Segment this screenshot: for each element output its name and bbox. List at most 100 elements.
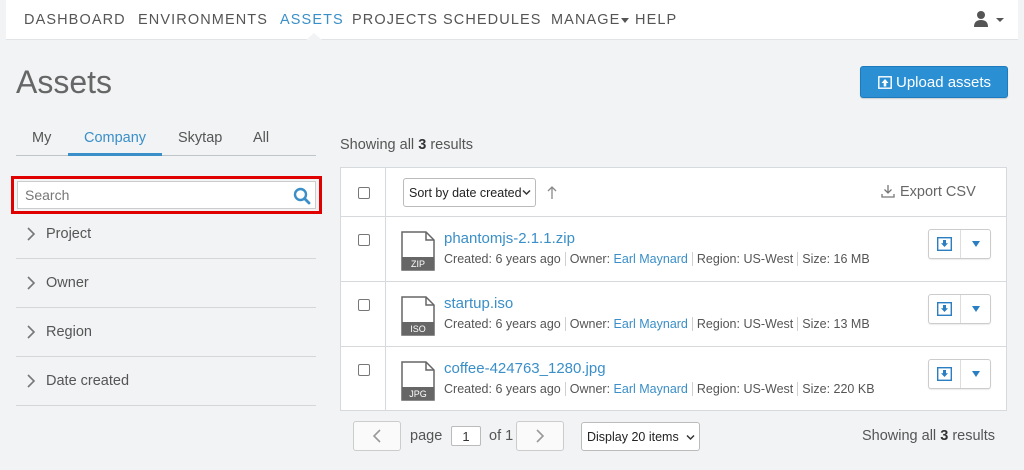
tab-my[interactable]: My bbox=[32, 130, 51, 146]
tab-company[interactable]: Company bbox=[84, 130, 146, 146]
next-page-button[interactable] bbox=[516, 421, 564, 451]
assets-table: Sort by date created Export CSV ZIP phan… bbox=[340, 167, 1007, 411]
results-prefix: Showing all bbox=[340, 137, 415, 153]
asset-name-link[interactable]: startup.iso bbox=[444, 295, 513, 312]
chevron-right-icon bbox=[27, 374, 36, 388]
caret-down-icon bbox=[972, 241, 980, 247]
row-actions bbox=[928, 229, 991, 259]
nav-projects[interactable]: PROJECTS bbox=[352, 12, 438, 28]
created-label: Created: bbox=[444, 317, 492, 331]
size-value: 13 MB bbox=[833, 317, 870, 331]
active-nav-pointer bbox=[306, 33, 322, 40]
download-button[interactable] bbox=[929, 230, 960, 258]
filter-region[interactable]: Region bbox=[16, 308, 316, 357]
nav-schedules[interactable]: SCHEDULES bbox=[443, 12, 542, 28]
nav-environments[interactable]: ENVIRONMENTS bbox=[138, 12, 268, 28]
iso-file-icon: ISO bbox=[401, 296, 435, 336]
nav-manage[interactable]: MANAGE bbox=[551, 12, 630, 28]
owner-label: Owner: bbox=[569, 382, 611, 396]
export-csv-label: Export CSV bbox=[900, 184, 976, 200]
filter-project[interactable]: Project bbox=[16, 210, 316, 259]
tab-skytap[interactable]: Skytap bbox=[178, 130, 222, 146]
row-checkbox[interactable] bbox=[358, 299, 370, 311]
size-value: 220 KB bbox=[833, 382, 875, 396]
table-row: ISO startup.iso Created: 6 years ago Owne… bbox=[341, 282, 1006, 347]
created-value: 6 years ago bbox=[495, 382, 561, 396]
caret-down-icon bbox=[996, 18, 1004, 22]
file-type-label: JPG bbox=[409, 389, 427, 399]
chevron-right-icon bbox=[27, 227, 36, 241]
row-menu-button[interactable] bbox=[961, 360, 991, 388]
chevron-left-icon bbox=[372, 429, 381, 443]
results-count: 3 bbox=[418, 137, 427, 153]
results-prefix: Showing all bbox=[862, 428, 937, 444]
owner-link[interactable]: Earl Maynard bbox=[614, 317, 688, 331]
region-label: Region: bbox=[696, 317, 740, 331]
caret-down-icon bbox=[972, 306, 980, 312]
jpg-file-icon: JPG bbox=[401, 361, 435, 401]
chevron-right-icon bbox=[27, 276, 36, 290]
nav-help[interactable]: HELP bbox=[635, 12, 677, 28]
upload-icon bbox=[878, 76, 892, 89]
results-suffix: results bbox=[430, 137, 474, 153]
caret-down-icon bbox=[972, 371, 980, 377]
search-input[interactable] bbox=[18, 182, 288, 208]
results-summary: Showing all 3 results bbox=[340, 137, 473, 153]
table-row: JPG coffee-424763_1280.jpg Created: 6 ye… bbox=[341, 347, 1006, 412]
file-type-label: ISO bbox=[410, 324, 426, 334]
caret-down-icon bbox=[621, 17, 630, 23]
tab-all[interactable]: All bbox=[253, 130, 269, 146]
user-menu[interactable] bbox=[974, 10, 1010, 30]
filter-date-created[interactable]: Date created bbox=[16, 357, 316, 406]
download-icon bbox=[937, 367, 952, 381]
row-checkbox[interactable] bbox=[358, 364, 370, 376]
top-nav: DASHBOARD ENVIRONMENTS ASSETS PROJECTS S… bbox=[6, 0, 1018, 40]
user-icon bbox=[974, 11, 1004, 27]
upload-assets-button[interactable]: Upload assets bbox=[860, 66, 1008, 98]
row-menu-button[interactable] bbox=[961, 295, 991, 323]
created-value: 6 years ago bbox=[495, 317, 561, 331]
owner-link[interactable]: Earl Maynard bbox=[614, 382, 688, 396]
previous-page-button[interactable] bbox=[353, 421, 401, 451]
download-button[interactable] bbox=[929, 295, 960, 323]
sort-ascending-icon[interactable] bbox=[546, 185, 558, 201]
region-label: Region: bbox=[696, 382, 740, 396]
region-value: US-West bbox=[743, 382, 794, 396]
asset-meta: Created: 6 years ago Owner: Earl Maynard R… bbox=[444, 317, 870, 331]
search-box bbox=[17, 181, 316, 209]
chevron-right-icon bbox=[536, 429, 545, 443]
nav-manage-label: MANAGE bbox=[551, 12, 621, 28]
page-number-input[interactable] bbox=[451, 426, 481, 446]
select-all-checkbox[interactable] bbox=[358, 187, 370, 199]
download-button[interactable] bbox=[929, 360, 960, 388]
chevron-right-icon bbox=[27, 325, 36, 339]
table-row: ZIP phantomjs-2.1.1.zip Created: 6 years… bbox=[341, 217, 1006, 282]
page-size-select[interactable]: Display 20 items bbox=[581, 422, 700, 451]
filter-owner[interactable]: Owner bbox=[16, 259, 316, 308]
search-icon[interactable] bbox=[293, 187, 311, 205]
results-summary-footer: Showing all 3 results bbox=[862, 428, 995, 444]
asset-meta: Created: 6 years ago Owner: Earl Maynard R… bbox=[444, 252, 870, 266]
owner-link[interactable]: Earl Maynard bbox=[614, 252, 688, 266]
chevron-down-icon bbox=[522, 189, 531, 196]
row-actions bbox=[928, 294, 991, 324]
file-type-label: ZIP bbox=[411, 259, 425, 269]
owner-label: Owner: bbox=[569, 317, 611, 331]
owner-label: Owner: bbox=[569, 252, 611, 266]
asset-name-link[interactable]: phantomjs-2.1.1.zip bbox=[444, 230, 575, 247]
page-total-label: of 1 bbox=[489, 428, 514, 444]
chevron-down-icon bbox=[686, 434, 695, 441]
created-label: Created: bbox=[444, 252, 492, 266]
page-label: page bbox=[410, 428, 443, 444]
row-checkbox[interactable] bbox=[358, 234, 370, 246]
row-menu-button[interactable] bbox=[961, 230, 991, 258]
region-value: US-West bbox=[743, 317, 794, 331]
filter-label: Project bbox=[46, 226, 92, 242]
asset-name-link[interactable]: coffee-424763_1280.jpg bbox=[444, 360, 606, 377]
results-suffix: results bbox=[952, 428, 996, 444]
nav-assets[interactable]: ASSETS bbox=[280, 12, 344, 28]
sort-select[interactable]: Sort by date created bbox=[403, 178, 536, 207]
export-csv-button[interactable]: Export CSV bbox=[881, 184, 976, 200]
nav-dashboard[interactable]: DASHBOARD bbox=[24, 12, 126, 28]
download-icon bbox=[937, 237, 952, 251]
